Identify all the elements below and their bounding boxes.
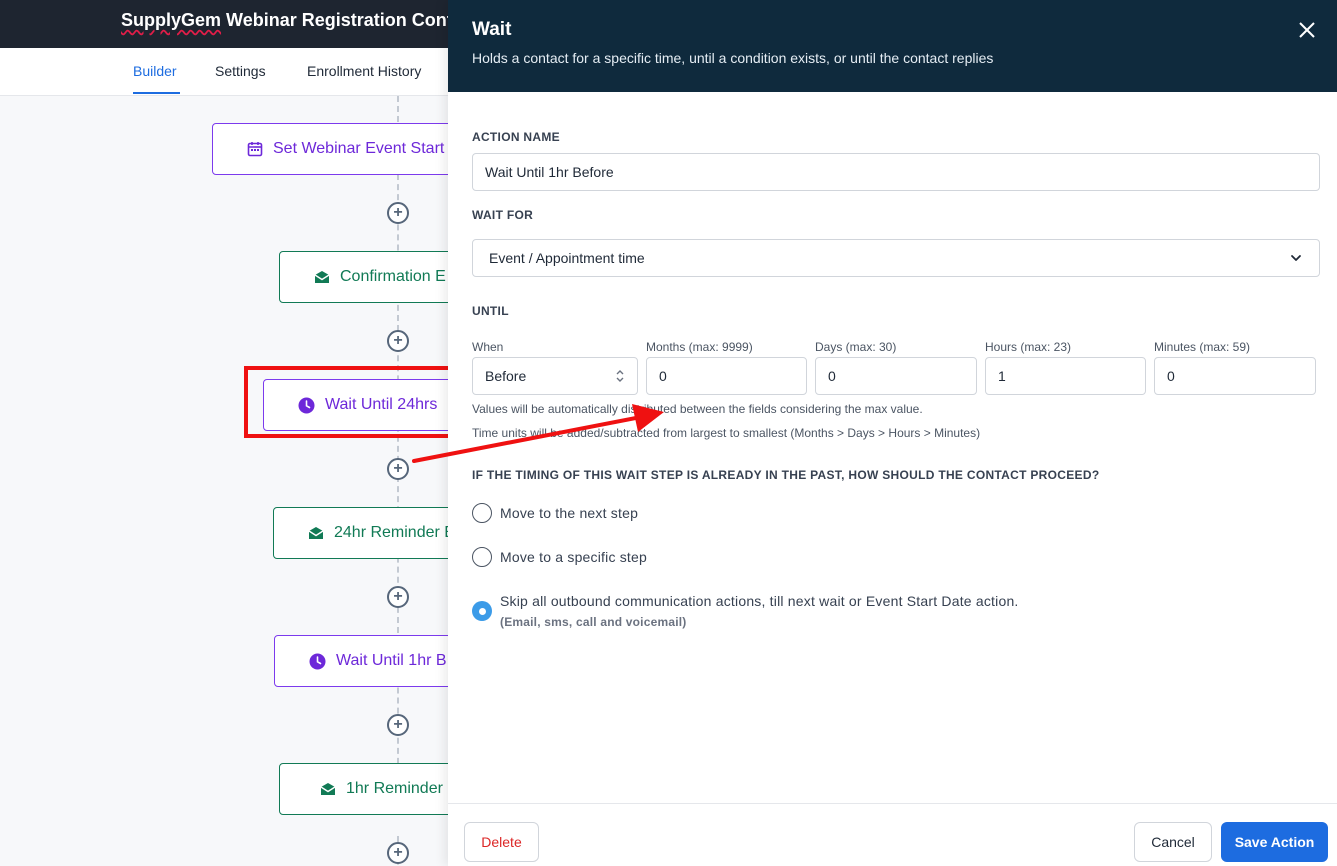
node-label: 24hr Reminder E bbox=[334, 524, 448, 541]
add-step-button[interactable]: + bbox=[387, 330, 409, 352]
drawer-header: Wait Holds a contact for a specific time… bbox=[448, 0, 1337, 92]
radio-button-checked[interactable] bbox=[472, 601, 492, 621]
when-selected-value: Before bbox=[485, 368, 527, 384]
hours-input[interactable] bbox=[985, 357, 1146, 395]
months-input[interactable] bbox=[646, 357, 807, 395]
add-step-button[interactable]: + bbox=[387, 714, 409, 736]
node-label: Wait Until 1hr B bbox=[336, 652, 447, 669]
days-input[interactable] bbox=[815, 357, 977, 395]
node-label: Set Webinar Event Start bbox=[273, 140, 445, 157]
active-tab-indicator bbox=[133, 92, 180, 94]
close-icon bbox=[1299, 22, 1315, 38]
email-icon bbox=[320, 782, 336, 796]
hours-label: Hours (max: 23) bbox=[985, 340, 1072, 354]
workflow-node-24hr-reminder-email[interactable]: 24hr Reminder E bbox=[273, 507, 448, 559]
workflow-node-confirmation-email[interactable]: Confirmation E bbox=[279, 251, 448, 303]
wait-action-drawer: Wait Holds a contact for a specific time… bbox=[448, 0, 1337, 866]
close-drawer-button[interactable] bbox=[1295, 18, 1319, 42]
wait-for-label: WAIT FOR bbox=[472, 208, 534, 222]
annotation-highlight-box bbox=[244, 366, 468, 438]
workflow-node-set-webinar-event-start[interactable]: Set Webinar Event Start bbox=[212, 123, 448, 175]
time-units-hint: Time units will be added/subtracted from… bbox=[472, 426, 981, 440]
radio-button[interactable] bbox=[472, 503, 492, 523]
option-next-step[interactable]: Move to the next step bbox=[472, 503, 638, 523]
workflow-node-wait-until-1hr-before[interactable]: Wait Until 1hr B bbox=[274, 635, 448, 687]
workflow-title: SupplyGem Webinar Registration Conf bbox=[121, 10, 453, 31]
option-specific-step[interactable]: Move to a specific step bbox=[472, 547, 647, 567]
email-icon bbox=[314, 270, 330, 284]
wait-for-select[interactable]: Event / Appointment time bbox=[472, 239, 1320, 277]
email-icon bbox=[308, 526, 324, 540]
updown-arrows-icon bbox=[616, 370, 624, 382]
add-step-button[interactable]: + bbox=[387, 202, 409, 224]
months-label: Months (max: 9999) bbox=[646, 340, 753, 354]
add-step-button[interactable]: + bbox=[387, 842, 409, 864]
cancel-button[interactable]: Cancel bbox=[1134, 822, 1212, 862]
option-skip-outbound[interactable]: Skip all outbound communication actions,… bbox=[472, 593, 1019, 629]
tab-settings[interactable]: Settings bbox=[215, 63, 266, 79]
distribution-hint: Values will be automatically distributed… bbox=[472, 402, 923, 416]
tab-enrollment-history[interactable]: Enrollment History bbox=[307, 63, 421, 79]
node-label: Confirmation E bbox=[340, 268, 446, 285]
tab-builder[interactable]: Builder bbox=[133, 63, 177, 79]
add-step-button[interactable]: + bbox=[387, 458, 409, 480]
when-select[interactable]: Before bbox=[472, 357, 638, 395]
calendar-icon bbox=[247, 141, 263, 157]
workflow-title-rest: Webinar Registration Conf bbox=[221, 10, 453, 30]
connector bbox=[397, 96, 399, 122]
add-step-button[interactable]: + bbox=[387, 586, 409, 608]
action-name-input[interactable] bbox=[472, 153, 1320, 191]
minutes-label: Minutes (max: 59) bbox=[1154, 340, 1251, 354]
chevron-down-icon bbox=[1291, 255, 1301, 261]
action-name-label: ACTION NAME bbox=[472, 130, 560, 144]
clock-icon bbox=[309, 653, 326, 670]
workflow-canvas[interactable]: Set Webinar Event Start + Confirmation E… bbox=[0, 96, 448, 866]
minutes-input[interactable] bbox=[1154, 357, 1316, 395]
option-skip-outbound-label: Skip all outbound communication actions,… bbox=[500, 593, 1019, 609]
workflow-title-brand: SupplyGem bbox=[121, 10, 222, 30]
past-timing-question: IF THE TIMING OF THIS WAIT STEP IS ALREA… bbox=[472, 468, 1100, 482]
drawer-footer: Delete Cancel Save Action bbox=[448, 803, 1337, 866]
option-skip-outbound-sub: (Email, sms, call and voicemail) bbox=[500, 615, 687, 629]
node-label: 1hr Reminder E bbox=[346, 780, 448, 797]
delete-button[interactable]: Delete bbox=[464, 822, 539, 862]
days-label: Days (max: 30) bbox=[815, 340, 897, 354]
save-action-button[interactable]: Save Action bbox=[1221, 822, 1328, 862]
drawer-title: Wait bbox=[472, 19, 512, 40]
workflow-node-1hr-reminder-email[interactable]: 1hr Reminder E bbox=[279, 763, 448, 815]
when-label: When bbox=[472, 340, 504, 354]
radio-button[interactable] bbox=[472, 547, 492, 567]
until-label: UNTIL bbox=[472, 304, 509, 318]
drawer-subtitle: Holds a contact for a specific time, unt… bbox=[472, 50, 994, 66]
wait-for-selected-value: Event / Appointment time bbox=[489, 250, 645, 266]
